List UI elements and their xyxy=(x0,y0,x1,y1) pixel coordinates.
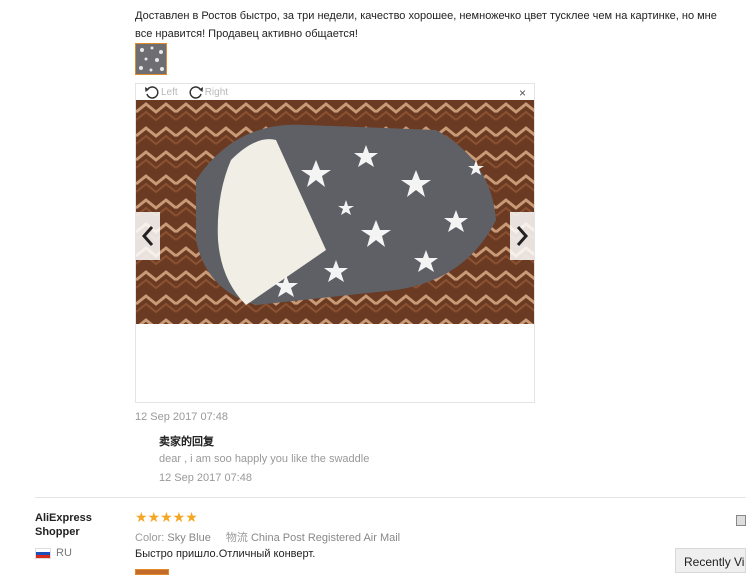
review-photo xyxy=(136,100,534,324)
seller-reply-text: dear , i am soo happly you like the swad… xyxy=(159,453,370,465)
viewer-toolbar: Left Right xyxy=(144,84,238,100)
star-rating: ★★★★★ xyxy=(135,509,198,525)
recently-viewed-tab[interactable]: Recently Viewed xyxy=(675,548,746,573)
country-code: RU xyxy=(56,547,72,559)
rotate-right-button[interactable]: Right xyxy=(188,85,228,99)
color-label: Color: xyxy=(135,532,165,544)
side-panel-icon[interactable] xyxy=(736,515,746,526)
review-divider xyxy=(35,497,746,498)
rotate-left-label: Left xyxy=(161,86,178,98)
order-info: Color: Sky Blue 物流 China Post Registered… xyxy=(135,529,400,545)
color-value: Sky Blue xyxy=(167,532,211,544)
rotate-right-icon xyxy=(189,86,203,99)
seller-reply-date: 12 Sep 2017 07:48 xyxy=(159,472,252,484)
shipping-value: China Post Registered Air Mail xyxy=(250,532,401,544)
next-image-button[interactable] xyxy=(510,212,534,260)
shipping-label: 物流 xyxy=(225,532,248,544)
rotate-left-button[interactable]: Left xyxy=(144,85,178,99)
close-viewer-button[interactable]: × xyxy=(519,86,526,100)
seller-reply-title: 卖家的回复 xyxy=(159,436,214,448)
russia-flag-icon xyxy=(35,547,51,559)
review-photo-thumbnail-2[interactable] xyxy=(135,569,169,575)
chevron-left-icon xyxy=(141,226,154,246)
image-viewer: Left Right × xyxy=(135,83,535,403)
reviewer-country: RU xyxy=(35,547,72,559)
previous-image-button[interactable] xyxy=(136,212,160,260)
review-photo-thumbnail[interactable] xyxy=(135,43,167,75)
reviewer-name-line1: AliExpress xyxy=(35,512,92,524)
chevron-right-icon xyxy=(516,226,529,246)
rotate-right-label: Right xyxy=(204,86,229,98)
review-text: Доставлен в Ростов быстро, за три недели… xyxy=(135,10,717,40)
reviewer-name-line2: Shopper xyxy=(35,526,80,538)
rotate-left-icon xyxy=(145,86,159,99)
review-date: 12 Sep 2017 07:48 xyxy=(135,411,228,423)
reviewer-name: AliExpress Shopper xyxy=(35,511,92,539)
review-text-2: Быстро пришло.Отличный конверт. xyxy=(135,548,316,560)
